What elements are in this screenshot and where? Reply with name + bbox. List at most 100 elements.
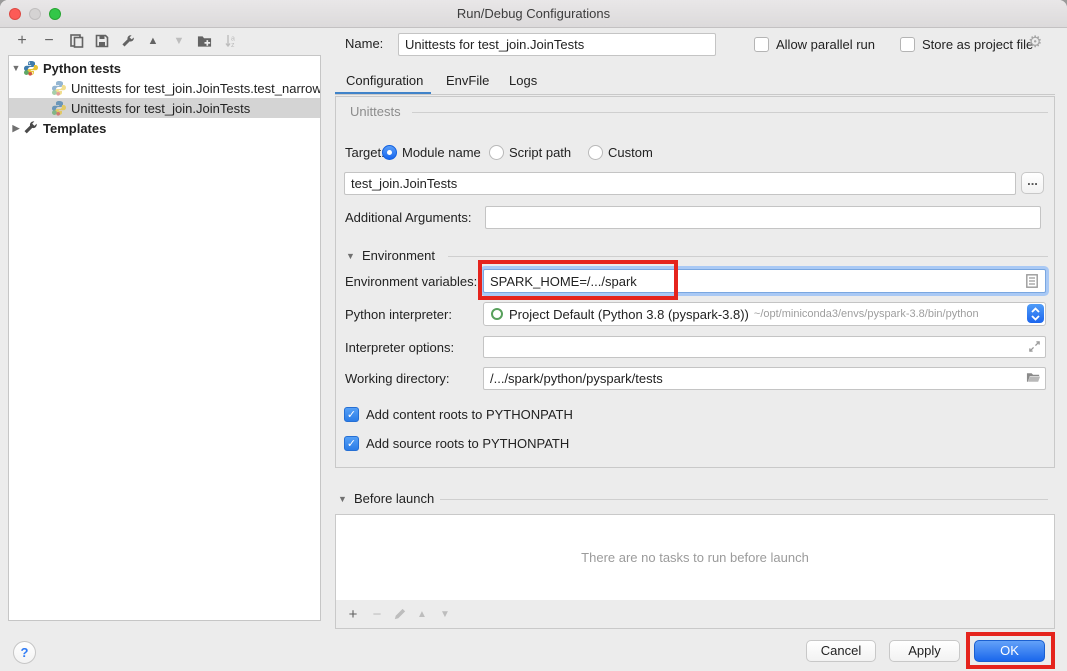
move-down-button[interactable]: ▼: [169, 31, 189, 51]
remove-configuration-button[interactable]: −: [39, 31, 59, 51]
interpreter-options-label: Interpreter options:: [345, 339, 454, 357]
move-task-up-button[interactable]: ▲: [412, 604, 432, 624]
add-task-button[interactable]: +: [343, 604, 363, 624]
before-launch-header: Before launch: [354, 490, 434, 508]
working-directory-label: Working directory:: [345, 370, 450, 388]
folder-browse-icon[interactable]: [1026, 371, 1041, 387]
copy-icon: [70, 34, 84, 48]
save-configuration-button[interactable]: [92, 31, 112, 51]
tree-item-templates[interactable]: ▶ Templates: [9, 118, 320, 138]
tree-item-label: Unittests for test_join.JoinTests.test_n…: [71, 81, 320, 96]
edit-templates-button[interactable]: [118, 31, 138, 51]
radio-custom-label: Custom: [608, 144, 653, 162]
check-icon: ✓: [347, 409, 356, 421]
tree-item-label: Templates: [43, 121, 106, 136]
wrench-icon: [121, 34, 135, 48]
titlebar: Run/Debug Configurations: [0, 0, 1067, 28]
interpreter-options-input[interactable]: [483, 336, 1046, 358]
new-folder-icon: [197, 34, 212, 48]
group-title: Unittests: [350, 103, 401, 121]
python-interpreter-label: Python interpreter:: [345, 306, 452, 324]
environment-header: Environment: [362, 247, 435, 265]
apply-button[interactable]: Apply: [889, 640, 960, 662]
allow-parallel-run-label: Allow parallel run: [776, 36, 875, 54]
before-launch-line: [440, 499, 1048, 500]
zoom-window-button[interactable]: [49, 8, 61, 20]
python-test-icon: [51, 80, 67, 96]
name-label: Name:: [345, 35, 383, 53]
sort-alpha-icon: az: [225, 34, 239, 48]
run-debug-configurations-dialog: Run/Debug Configurations + − ▲ ▼ az ▼ Py…: [0, 0, 1067, 671]
edit-variables-icon[interactable]: [1026, 274, 1038, 291]
chevron-down-icon[interactable]: ▼: [9, 63, 23, 73]
working-directory-input[interactable]: [483, 367, 1046, 390]
interpreter-path: ~/opt/miniconda3/envs/pyspark-3.8/bin/py…: [754, 308, 979, 320]
edit-task-button[interactable]: [390, 604, 410, 624]
tree-item-label: Unittests for test_join.JoinTests: [71, 101, 250, 116]
chevron-right-icon[interactable]: ▶: [9, 123, 23, 134]
move-task-down-button[interactable]: ▼: [435, 604, 455, 624]
python-tests-icon: [23, 60, 39, 76]
conda-env-icon: [491, 308, 503, 320]
ok-button[interactable]: OK: [974, 640, 1045, 662]
copy-configuration-button[interactable]: [67, 31, 87, 51]
add-source-roots-label: Add source roots to PYTHONPATH: [366, 435, 569, 453]
move-up-button[interactable]: ▲: [143, 31, 163, 51]
add-configuration-button[interactable]: +: [12, 31, 32, 51]
python-interpreter-select[interactable]: Project Default (Python 3.8 (pyspark-3.8…: [483, 302, 1046, 326]
target-input[interactable]: [344, 172, 1016, 195]
additional-arguments-input[interactable]: [485, 206, 1041, 229]
tree-item-python-tests[interactable]: ▼ Python tests: [9, 58, 320, 78]
tree-item-unittest-jointests-selected[interactable]: Unittests for test_join.JoinTests: [9, 98, 320, 118]
tab-envfile[interactable]: EnvFile: [446, 69, 489, 92]
tab-configuration[interactable]: Configuration: [346, 69, 423, 92]
create-folder-button[interactable]: [194, 31, 214, 51]
allow-parallel-run-checkbox[interactable]: [754, 37, 769, 52]
check-icon: ✓: [347, 438, 356, 450]
group-title-line: [412, 112, 1048, 113]
before-launch-task-list[interactable]: There are no tasks to run before launch: [335, 514, 1055, 601]
radio-script-path[interactable]: [489, 145, 504, 160]
add-source-roots-checkbox[interactable]: ✓: [344, 436, 359, 451]
gear-icon[interactable]: ⚙: [1028, 34, 1042, 52]
radio-module-name[interactable]: [382, 145, 397, 160]
pencil-icon: [394, 608, 406, 620]
configurations-tree: ▼ Python tests Unittests for test_join.J…: [8, 55, 321, 621]
python-test-icon: [51, 100, 67, 116]
close-window-button[interactable]: [9, 8, 21, 20]
radio-script-path-label: Script path: [509, 144, 571, 162]
help-button[interactable]: ?: [13, 641, 36, 664]
store-as-project-file-checkbox[interactable]: [900, 37, 915, 52]
add-content-roots-label: Add content roots to PYTHONPATH: [366, 406, 573, 424]
templates-wrench-icon: [23, 120, 39, 136]
name-input[interactable]: [398, 33, 716, 56]
environment-variables-label: Environment variables:: [345, 273, 477, 291]
radio-custom[interactable]: [588, 145, 603, 160]
browse-button[interactable]: ...: [1021, 172, 1044, 194]
additional-arguments-label: Additional Arguments:: [345, 209, 471, 227]
svg-text:z: z: [231, 42, 235, 48]
minimize-window-button[interactable]: [29, 8, 41, 20]
before-launch-toolbar: + − ▲ ▼: [335, 600, 1055, 629]
tabs-divider: [335, 94, 1055, 95]
tree-item-label: Python tests: [43, 61, 121, 76]
before-launch-collapse-icon[interactable]: ▼: [338, 494, 347, 504]
cancel-button[interactable]: Cancel: [806, 640, 876, 662]
store-as-project-file-label: Store as project file: [922, 36, 1033, 54]
interpreter-value: Project Default (Python 3.8 (pyspark-3.8…: [509, 307, 749, 322]
environment-collapse-icon[interactable]: ▼: [346, 251, 355, 261]
interpreter-dropdown-stepper[interactable]: [1027, 304, 1044, 323]
empty-tasks-text: There are no tasks to run before launch: [581, 550, 809, 565]
expand-field-icon[interactable]: [1028, 340, 1041, 356]
window-title: Run/Debug Configurations: [0, 0, 1067, 27]
add-content-roots-checkbox[interactable]: ✓: [344, 407, 359, 422]
target-label: Target:: [345, 144, 385, 162]
environment-header-line: [448, 256, 1048, 257]
sort-configurations-button[interactable]: az: [222, 31, 242, 51]
save-icon: [95, 34, 109, 48]
remove-task-button[interactable]: −: [367, 604, 387, 624]
tree-item-unittest-narrow[interactable]: Unittests for test_join.JoinTests.test_n…: [9, 78, 320, 98]
radio-module-name-label: Module name: [402, 144, 481, 162]
environment-variables-input[interactable]: [483, 269, 1046, 293]
tab-logs[interactable]: Logs: [509, 69, 537, 92]
